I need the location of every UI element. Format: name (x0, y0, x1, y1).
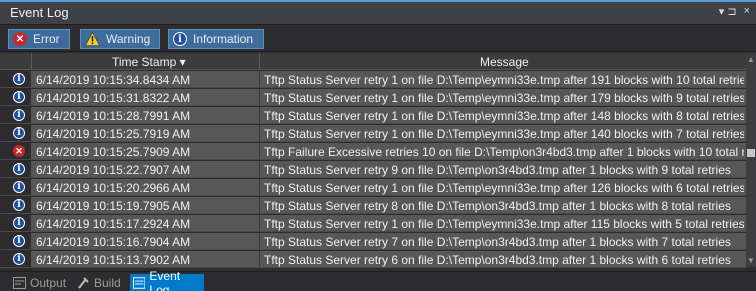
row-timestamp: 6/14/2019 10:15:25.7919 AM (36, 127, 191, 141)
row-timestamp: 6/14/2019 10:15:34.8434 AM (36, 73, 191, 87)
table-row[interactable]: i 6/14/2019 10:15:34.8434 AM Tftp Status S… (0, 71, 746, 88)
filter-error-button[interactable]: ✕ Error (8, 29, 70, 49)
column-divider (259, 107, 260, 123)
column-divider (259, 161, 260, 177)
row-message: Tftp Status Server retry 6 on file D:\Te… (264, 253, 731, 267)
row-message: Tftp Status Server retry 1 on file D:\Te… (264, 109, 744, 123)
filter-information-button[interactable]: i Information (168, 29, 264, 49)
row-message: Tftp Status Server retry 1 on file D:\Te… (264, 73, 744, 87)
output-icon (13, 276, 26, 289)
tab-event-log-label: Event Log (149, 268, 181, 291)
table-row[interactable]: i 6/14/2019 10:15:17.2924 AM Tftp Status S… (0, 215, 746, 232)
table-row[interactable]: i 6/14/2019 10:15:13.7902 AM Tftp Status S… (0, 251, 746, 268)
row-timestamp: 6/14/2019 10:15:20.2966 AM (36, 181, 191, 195)
table-row[interactable]: i 6/14/2019 10:15:19.7905 AM Tftp Status S… (0, 197, 746, 214)
error-icon: ✕ (13, 145, 25, 157)
information-icon: i (13, 199, 25, 211)
row-message: Tftp Status Server retry 7 on file D:\Te… (264, 235, 731, 249)
tab-output-label: Output (30, 275, 67, 290)
bottom-tab-bar: Output Build Event Log (0, 269, 756, 291)
row-message: Tftp Status Server retry 9 on file D:\Te… (264, 163, 731, 177)
row-timestamp: 6/14/2019 10:15:19.7905 AM (36, 199, 191, 213)
tab-build[interactable]: Build (74, 274, 124, 291)
table-row[interactable]: i 6/14/2019 10:15:22.7907 AM Tftp Status S… (0, 161, 746, 178)
event-log-titlebar: Event Log ▾ ⊐ × (0, 0, 756, 25)
row-message: Tftp Status Server retry 1 on file D:\Te… (264, 217, 744, 231)
information-icon: i (13, 181, 25, 193)
window-controls: ▾ ⊐ × (719, 5, 750, 18)
scrollbar-thumb[interactable] (747, 149, 755, 157)
header-divider[interactable] (259, 53, 260, 70)
row-timestamp: 6/14/2019 10:15:17.2924 AM (36, 217, 191, 231)
event-log-icon (133, 276, 146, 289)
information-icon: i (13, 109, 25, 121)
row-timestamp: 6/14/2019 10:15:28.7991 AM (36, 109, 191, 123)
column-divider (259, 179, 260, 195)
row-message: Tftp Status Server retry 1 on file D:\Te… (264, 127, 744, 141)
window-title: Event Log (10, 5, 69, 20)
row-timestamp: 6/14/2019 10:15:25.7909 AM (36, 145, 191, 159)
information-icon: i (13, 235, 25, 247)
column-divider (259, 125, 260, 141)
information-icon: i (13, 163, 25, 175)
tab-build-label: Build (94, 275, 121, 290)
scroll-down-icon[interactable]: ▼ (746, 256, 756, 266)
header-divider (31, 53, 32, 70)
row-message: Tftp Failure Excessive retries 10 on fil… (264, 145, 744, 159)
information-icon: i (13, 91, 25, 103)
filter-toolbar: ✕ Error Warning i Information (0, 25, 756, 52)
column-divider (259, 71, 260, 87)
column-divider (259, 233, 260, 249)
column-divider (259, 215, 260, 231)
table-row[interactable]: i 6/14/2019 10:15:16.7904 AM Tftp Status S… (0, 233, 746, 250)
filter-warning-label: Warning (106, 32, 151, 46)
table-row[interactable]: i 6/14/2019 10:15:25.7919 AM Tftp Status S… (0, 125, 746, 142)
column-divider (259, 251, 260, 267)
column-header-timestamp[interactable]: Time Stamp ▾ (112, 55, 186, 69)
column-header-message[interactable]: Message (480, 55, 529, 69)
column-divider (259, 197, 260, 213)
filter-error-label: Error (33, 32, 60, 46)
grid-header: Time Stamp ▾ Message (0, 53, 746, 70)
tab-output[interactable]: Output (10, 274, 69, 291)
table-row[interactable]: i 6/14/2019 10:15:28.7991 AM Tftp Status S… (0, 107, 746, 124)
information-icon: i (13, 253, 25, 265)
warning-icon (85, 32, 100, 46)
information-icon: i (13, 73, 25, 85)
error-icon: ✕ (13, 32, 27, 46)
window-options-pin-icon[interactable]: ▾ ⊐ (719, 5, 737, 18)
tab-event-log[interactable]: Event Log (130, 269, 204, 291)
filter-information-label: Information (193, 32, 254, 46)
row-timestamp: 6/14/2019 10:15:22.7907 AM (36, 163, 191, 177)
row-timestamp: 6/14/2019 10:15:13.7902 AM (36, 253, 191, 267)
information-icon: i (173, 32, 187, 46)
table-row[interactable]: i 6/14/2019 10:15:31.8322 AM Tftp Status S… (0, 89, 746, 106)
table-row[interactable]: ✕ 6/14/2019 10:15:25.7909 AM Tftp Failure … (0, 143, 746, 160)
close-icon[interactable]: × (744, 5, 750, 18)
row-message: Tftp Status Server retry 1 on file D:\Te… (264, 91, 744, 105)
row-timestamp: 6/14/2019 10:15:16.7904 AM (36, 235, 191, 249)
table-row[interactable]: i 6/14/2019 10:15:20.2966 AM Tftp Status S… (0, 179, 746, 196)
vertical-scrollbar[interactable]: ▲ ▼ (746, 53, 756, 267)
scroll-up-icon[interactable]: ▲ (746, 55, 756, 65)
row-timestamp: 6/14/2019 10:15:31.8322 AM (36, 91, 191, 105)
column-divider (259, 143, 260, 159)
build-icon (78, 276, 89, 289)
row-message: Tftp Status Server retry 8 on file D:\Te… (264, 199, 731, 213)
filter-warning-button[interactable]: Warning (80, 29, 160, 49)
column-divider (259, 89, 260, 105)
information-icon: i (13, 217, 25, 229)
information-icon: i (13, 127, 25, 139)
row-message: Tftp Status Server retry 1 on file D:\Te… (264, 181, 744, 195)
